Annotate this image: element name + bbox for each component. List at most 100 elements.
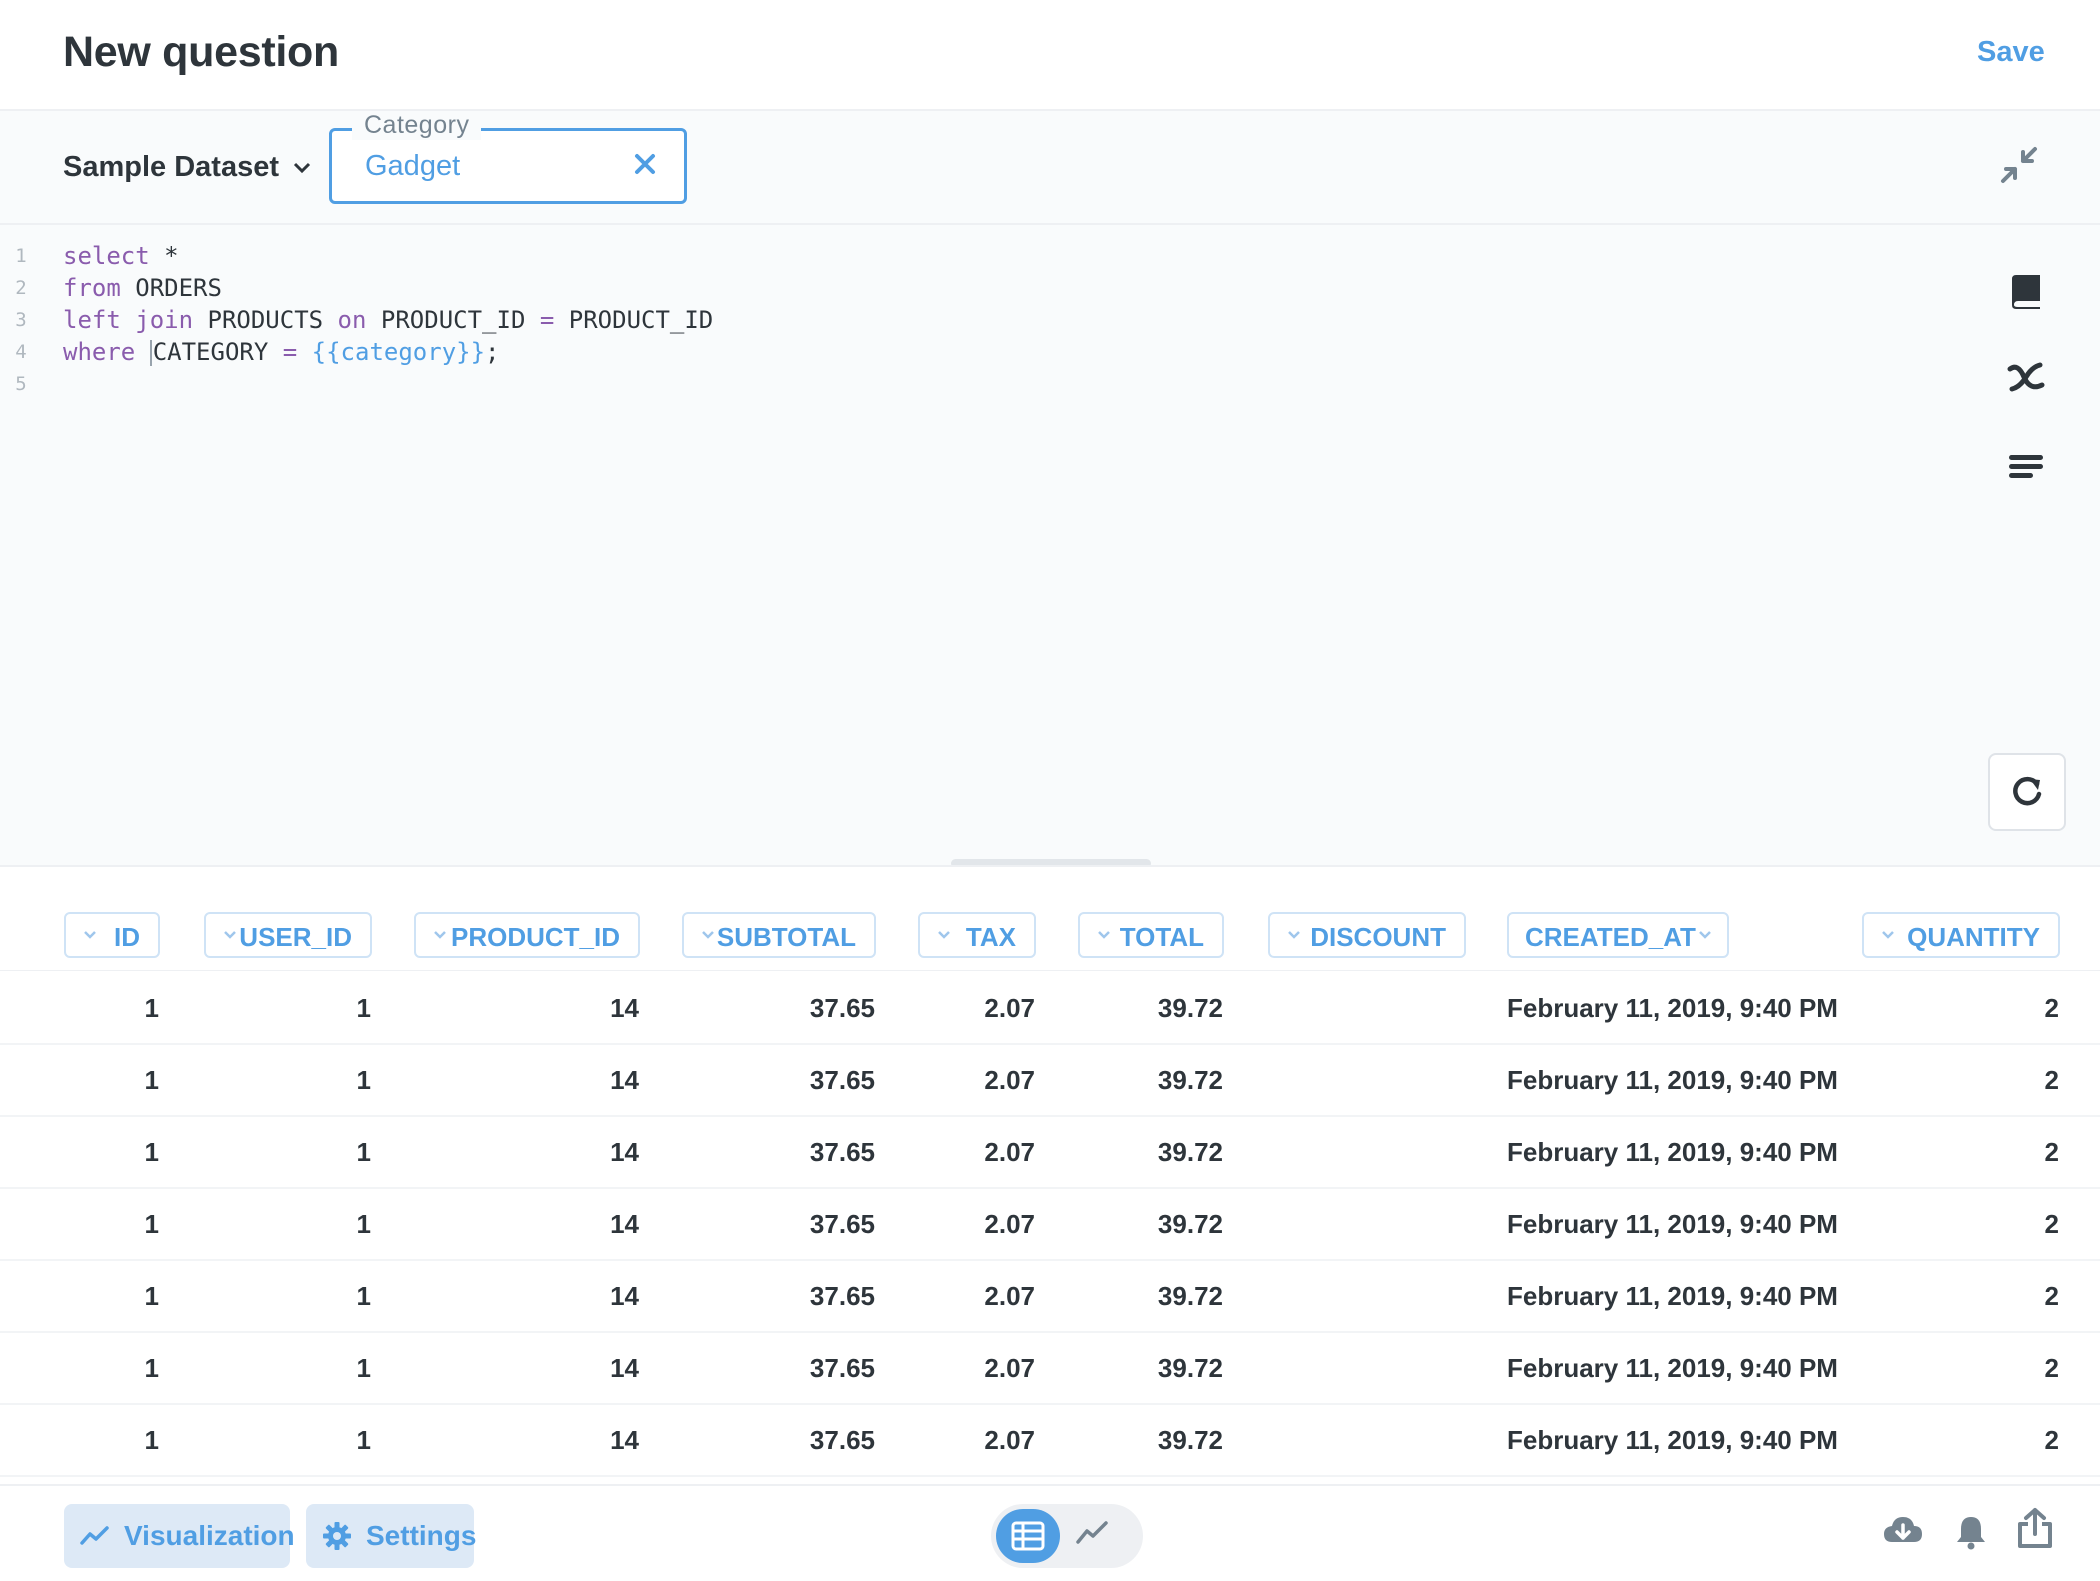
cell-total[interactable]: 39.72 <box>1158 1137 1223 1168</box>
download-icon[interactable] <box>1882 1514 1924 1550</box>
cell-quantity[interactable]: 2 <box>2045 1281 2059 1312</box>
cell-tax[interactable]: 2.07 <box>984 1137 1035 1168</box>
cell-total[interactable]: 39.72 <box>1158 993 1223 1024</box>
save-button[interactable]: Save <box>1977 36 2045 69</box>
cell-tax[interactable]: 2.07 <box>984 1425 1035 1456</box>
cell-user-id[interactable]: 1 <box>357 1209 371 1240</box>
column-header-user-id[interactable]: USER_ID <box>204 912 372 958</box>
database-picker[interactable]: Sample Dataset <box>63 151 311 184</box>
parameter-value[interactable]: Gadget <box>365 150 460 183</box>
run-query-button[interactable] <box>1988 753 2066 831</box>
cell-product-id[interactable]: 14 <box>610 1353 639 1384</box>
snippet-icon[interactable] <box>2006 447 2046 487</box>
table-row[interactable]: 1 1 14 37.65 2.07 39.72 February 11, 2019, 9:4… <box>0 1043 2100 1117</box>
cell-total[interactable]: 39.72 <box>1158 1353 1223 1384</box>
cell-id[interactable]: 1 <box>145 1353 159 1384</box>
column-header-total[interactable]: TOTAL <box>1078 912 1224 958</box>
contract-icon[interactable] <box>1999 145 2039 185</box>
display-toggle <box>991 1504 1143 1568</box>
cell-product-id[interactable]: 14 <box>610 1137 639 1168</box>
cell-subtotal[interactable]: 37.65 <box>810 1137 875 1168</box>
cell-user-id[interactable]: 1 <box>357 993 371 1024</box>
line-number: 4 <box>15 341 27 363</box>
bell-icon[interactable] <box>1954 1514 1988 1550</box>
sql-keyword: join <box>135 306 194 334</box>
cell-quantity[interactable]: 2 <box>2045 993 2059 1024</box>
cell-quantity[interactable]: 2 <box>2045 1425 2059 1456</box>
close-icon[interactable] <box>634 153 656 175</box>
visualization-button[interactable]: Visualization <box>64 1504 295 1568</box>
line-chart-icon <box>80 1525 110 1547</box>
cell-tax[interactable]: 2.07 <box>984 1209 1035 1240</box>
table-row[interactable]: 1 1 14 37.65 2.07 39.72 February 11, 2019, 9:4… <box>0 1403 2100 1477</box>
column-header-label: ID <box>114 922 140 952</box>
cell-id[interactable]: 1 <box>145 1209 159 1240</box>
column-header-id[interactable]: ID <box>64 912 160 958</box>
cell-user-id[interactable]: 1 <box>357 1065 371 1096</box>
share-icon[interactable] <box>2016 1506 2054 1550</box>
cell-total[interactable]: 39.72 <box>1158 1281 1223 1312</box>
cell-id[interactable]: 1 <box>145 993 159 1024</box>
cell-tax[interactable]: 2.07 <box>984 1281 1035 1312</box>
cell-id[interactable]: 1 <box>145 1281 159 1312</box>
cell-user-id[interactable]: 1 <box>357 1281 371 1312</box>
cell-user-id[interactable]: 1 <box>357 1425 371 1456</box>
code-line: 5 <box>0 368 36 400</box>
column-header-tax[interactable]: TAX <box>918 912 1036 958</box>
cell-created-at[interactable]: February 11, 2019, 9:40 PM <box>1507 993 1838 1024</box>
cell-subtotal[interactable]: 37.65 <box>810 1065 875 1096</box>
column-header-quantity[interactable]: QUANTITY <box>1862 912 2060 958</box>
column-header-subtotal[interactable]: SUBTOTAL <box>682 912 876 958</box>
cell-user-id[interactable]: 1 <box>357 1353 371 1384</box>
table-row[interactable]: 1 1 14 37.65 2.07 39.72 February 11, 2019, 9:4… <box>0 1115 2100 1189</box>
variable-icon[interactable] <box>2006 357 2046 397</box>
refresh-icon <box>2009 774 2045 810</box>
cell-total[interactable]: 39.72 <box>1158 1065 1223 1096</box>
cell-subtotal[interactable]: 37.65 <box>810 1353 875 1384</box>
page-title: New question <box>63 28 339 76</box>
cell-created-at[interactable]: February 11, 2019, 9:40 PM <box>1507 1353 1838 1384</box>
cell-user-id[interactable]: 1 <box>357 1137 371 1168</box>
cell-id[interactable]: 1 <box>145 1137 159 1168</box>
cell-quantity[interactable]: 2 <box>2045 1137 2059 1168</box>
column-header-product-id[interactable]: PRODUCT_ID <box>414 912 640 958</box>
cell-total[interactable]: 39.72 <box>1158 1209 1223 1240</box>
cell-product-id[interactable]: 14 <box>610 1425 639 1456</box>
category-parameter-widget[interactable]: Category Gadget <box>329 111 687 204</box>
table-row[interactable]: 1 1 14 37.65 2.07 39.72 February 11, 2019, 9:4… <box>0 1259 2100 1333</box>
table-row[interactable]: 1 1 14 37.65 2.07 39.72 February 11, 2019, 9:4… <box>0 1187 2100 1261</box>
sql-token: PRODUCT_ID <box>568 306 714 334</box>
settings-button[interactable]: Settings <box>306 1504 476 1568</box>
cell-product-id[interactable]: 14 <box>610 1065 639 1096</box>
cell-quantity[interactable]: 2 <box>2045 1353 2059 1384</box>
column-header-discount[interactable]: DISCOUNT <box>1268 912 1466 958</box>
cell-quantity[interactable]: 2 <box>2045 1209 2059 1240</box>
cell-product-id[interactable]: 14 <box>610 1281 639 1312</box>
table-row[interactable]: 1 1 14 37.65 2.07 39.72 February 11, 2019, 9:4… <box>0 1331 2100 1405</box>
cell-tax[interactable]: 2.07 <box>984 1353 1035 1384</box>
column-header-created-at[interactable]: CREATED_AT <box>1507 912 1729 958</box>
cell-tax[interactable]: 2.07 <box>984 993 1035 1024</box>
book-icon[interactable] <box>2006 271 2046 311</box>
cell-product-id[interactable]: 14 <box>610 1209 639 1240</box>
line-number: 3 <box>15 309 27 331</box>
sql-editor[interactable]: 1 select * 2 from ORDERS 3 left join PRO… <box>0 225 2100 868</box>
cell-created-at[interactable]: February 11, 2019, 9:40 PM <box>1507 1281 1838 1312</box>
cell-created-at[interactable]: February 11, 2019, 9:40 PM <box>1507 1137 1838 1168</box>
cell-quantity[interactable]: 2 <box>2045 1065 2059 1096</box>
cell-total[interactable]: 39.72 <box>1158 1425 1223 1456</box>
cell-subtotal[interactable]: 37.65 <box>810 1281 875 1312</box>
cell-subtotal[interactable]: 37.65 <box>810 1425 875 1456</box>
table-row[interactable]: 1 1 14 37.65 2.07 39.72 February 11, 2019, 9:4… <box>0 971 2100 1045</box>
cell-created-at[interactable]: February 11, 2019, 9:40 PM <box>1507 1065 1838 1096</box>
cell-id[interactable]: 1 <box>145 1425 159 1456</box>
table-view-toggle[interactable] <box>996 1509 1060 1563</box>
chart-view-toggle[interactable] <box>1075 1518 1109 1548</box>
cell-subtotal[interactable]: 37.65 <box>810 1209 875 1240</box>
cell-subtotal[interactable]: 37.65 <box>810 993 875 1024</box>
cell-created-at[interactable]: February 11, 2019, 9:40 PM <box>1507 1209 1838 1240</box>
cell-product-id[interactable]: 14 <box>610 993 639 1024</box>
cell-id[interactable]: 1 <box>145 1065 159 1096</box>
cell-tax[interactable]: 2.07 <box>984 1065 1035 1096</box>
cell-created-at[interactable]: February 11, 2019, 9:40 PM <box>1507 1425 1838 1456</box>
